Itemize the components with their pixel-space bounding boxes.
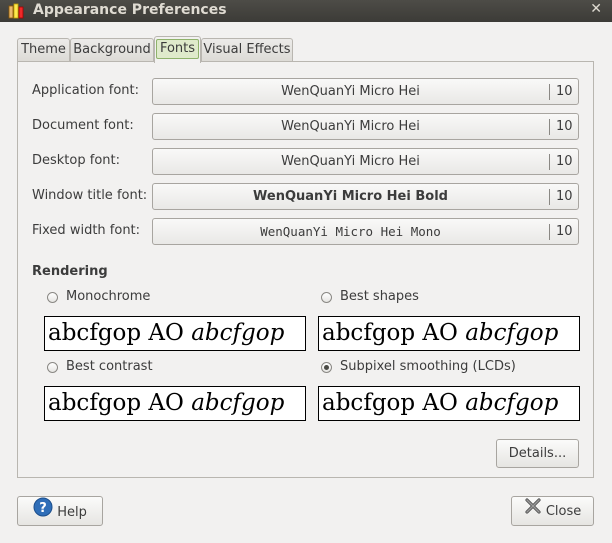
monochrome-label[interactable]: Monochrome: [66, 289, 150, 304]
close-icon: [524, 497, 542, 526]
sample-regular-text: abcfgop AO: [322, 390, 466, 416]
application-font-size: 10: [556, 84, 573, 99]
fixed-width-font-label: Fixed width font:: [32, 223, 141, 238]
font-size-separator: [549, 119, 550, 135]
window-title-font-size: 10: [556, 189, 573, 204]
sample-italic-text: abcfgop: [465, 320, 559, 346]
document-font-button[interactable]: WenQuanYi Micro Hei 10: [152, 113, 579, 140]
fixed-width-font-size: 10: [556, 224, 573, 239]
monochrome-radio[interactable]: [47, 292, 58, 303]
tab-fonts[interactable]: Fonts: [154, 36, 201, 63]
title-bar[interactable]: Appearance Preferences ✕: [0, 0, 612, 22]
window-title-font-button[interactable]: WenQuanYi Micro Hei Bold 10: [152, 183, 579, 210]
sample-regular-text: abcfgop AO: [322, 320, 466, 346]
font-size-separator: [549, 84, 550, 100]
document-font-label: Document font:: [32, 118, 134, 133]
desktop-font-button[interactable]: WenQuanYi Micro Hei 10: [152, 148, 579, 175]
tab-visual-effects[interactable]: Visual Effects: [201, 38, 293, 62]
document-font-name: WenQuanYi Micro Hei: [281, 119, 420, 134]
window-title-font-name: WenQuanYi Micro Hei Bold: [253, 189, 448, 204]
best-shapes-label[interactable]: Best shapes: [340, 289, 419, 304]
best-shapes-sample[interactable]: abcfgop AO abcfgop: [318, 316, 580, 351]
sample-italic-text: abcfgop: [465, 390, 559, 416]
desktop-font-name: WenQuanYi Micro Hei: [281, 154, 420, 169]
best-shapes-radio[interactable]: [321, 292, 332, 303]
font-size-separator: [549, 154, 550, 170]
desktop-font-size: 10: [556, 154, 573, 169]
tab-theme-label: Theme: [21, 42, 66, 57]
subpixel-smoothing-sample[interactable]: abcfgop AO abcfgop: [318, 386, 580, 421]
document-font-size: 10: [556, 119, 573, 134]
window-title-font-label: Window title font:: [32, 188, 148, 203]
fixed-width-font-button[interactable]: WenQuanYi Micro Hei Mono 10: [152, 218, 579, 245]
subpixel-smoothing-radio[interactable]: [321, 362, 332, 373]
best-contrast-label[interactable]: Best contrast: [66, 359, 153, 374]
tab-background[interactable]: Background: [70, 38, 154, 62]
sample-regular-text: abcfgop AO: [48, 390, 192, 416]
appearance-icon: [8, 3, 25, 19]
application-font-button[interactable]: WenQuanYi Micro Hei 10: [152, 78, 579, 105]
help-button[interactable]: ? Help: [17, 496, 103, 526]
close-button-label: Close: [545, 504, 582, 519]
svg-text:?: ?: [39, 501, 47, 516]
best-contrast-sample[interactable]: abcfgop AO abcfgop: [44, 386, 306, 421]
tab-visual-effects-label: Visual Effects: [203, 42, 291, 57]
application-font-name: WenQuanYi Micro Hei: [281, 84, 420, 99]
tab-fonts-label: Fonts: [155, 39, 200, 59]
sample-italic-text: abcfgop: [191, 320, 285, 346]
font-size-separator: [549, 224, 550, 240]
application-font-label: Application font:: [32, 83, 140, 98]
window-close-icon[interactable]: ✕: [590, 1, 602, 17]
help-icon: ?: [33, 497, 53, 528]
details-button-label: Details...: [508, 446, 567, 461]
window-title: Appearance Preferences: [33, 2, 227, 18]
fixed-width-font-name: WenQuanYi Micro Hei Mono: [260, 224, 441, 239]
desktop-font-label: Desktop font:: [32, 153, 120, 168]
tab-background-label: Background: [73, 42, 151, 57]
details-button[interactable]: Details...: [496, 439, 579, 468]
appearance-preferences-window: Appearance Preferences ✕ Theme Backgroun…: [0, 0, 612, 543]
tab-theme[interactable]: Theme: [17, 38, 70, 62]
best-contrast-radio[interactable]: [47, 362, 58, 373]
close-button[interactable]: Close: [511, 496, 594, 526]
font-size-separator: [549, 189, 550, 205]
subpixel-smoothing-label[interactable]: Subpixel smoothing (LCDs): [340, 359, 516, 374]
rendering-heading: Rendering: [32, 264, 108, 279]
sample-italic-text: abcfgop: [191, 390, 285, 416]
help-button-label: Help: [57, 505, 87, 520]
monochrome-sample[interactable]: abcfgop AO abcfgop: [44, 316, 306, 351]
sample-regular-text: abcfgop AO: [48, 320, 192, 346]
